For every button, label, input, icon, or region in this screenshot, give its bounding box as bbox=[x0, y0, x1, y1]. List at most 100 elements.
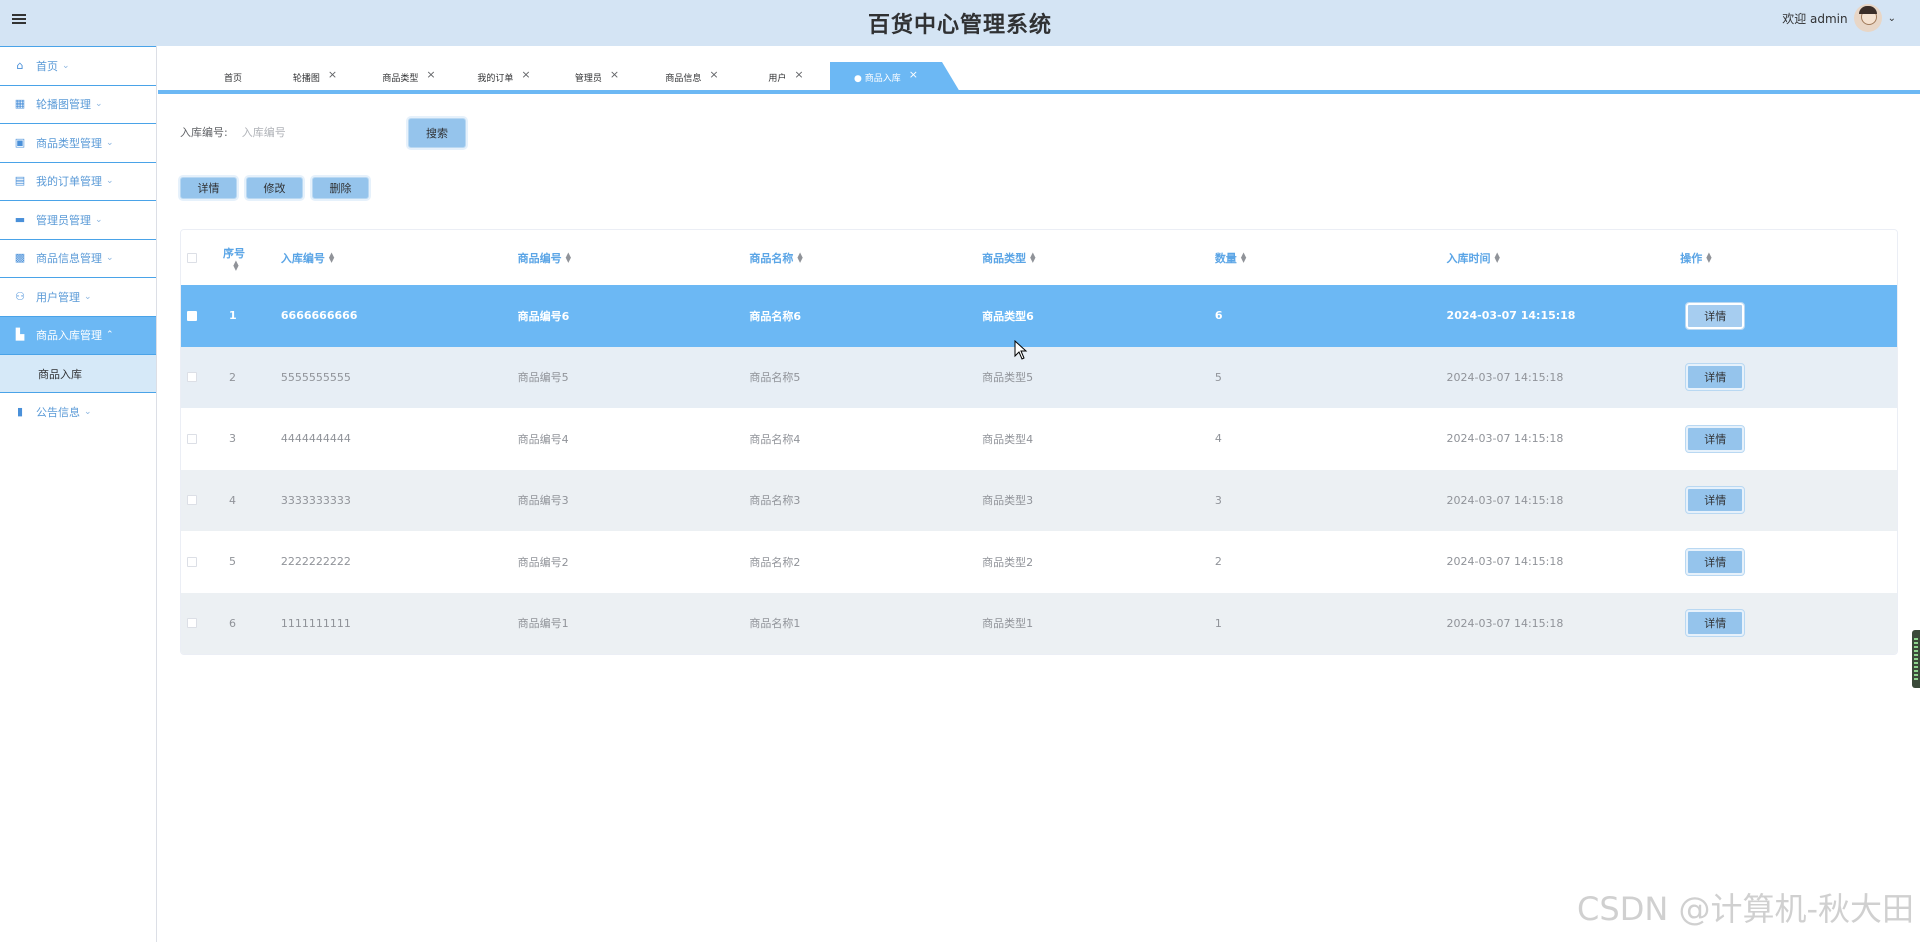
cell-goods-name: 商品名称6 bbox=[749, 309, 801, 323]
sidebar-item-carousel[interactable]: ▦ 轮播图管理 ⌄ bbox=[0, 84, 156, 124]
col-goods-name[interactable]: 商品名称 ▲ ▼ bbox=[749, 230, 982, 285]
sidebar-item-label: 我的订单管理 bbox=[36, 175, 102, 189]
close-icon[interactable]: × bbox=[909, 68, 918, 81]
bag-icon: ▣ bbox=[14, 135, 26, 149]
sidebar-item-orders[interactable]: ▤ 我的订单管理 ⌄ bbox=[0, 161, 156, 201]
row-detail-button[interactable]: 详情 bbox=[1685, 424, 1746, 453]
user-menu[interactable]: 欢迎 admin ⌄ bbox=[1782, 4, 1896, 32]
row-detail-button[interactable]: 详情 bbox=[1685, 547, 1746, 576]
cell-qty: 1 bbox=[1214, 616, 1222, 630]
row-detail-button[interactable]: 详情 bbox=[1685, 363, 1746, 392]
sort-icon: ▲ ▼ bbox=[1706, 250, 1712, 264]
sidebar-subitem-stock-in[interactable]: 商品入库 bbox=[0, 354, 156, 392]
sidebar-item-users[interactable]: ⚇ 用户管理 ⌄ bbox=[0, 277, 156, 316]
table-row[interactable]: 6 1111111111 商品编号1 商品名称1 商品类型1 1 2024-03-07 14… bbox=[181, 592, 1897, 655]
sidebar-item-admins[interactable]: ▬ 管理员管理 ⌄ bbox=[0, 200, 156, 239]
col-qty[interactable]: 数量 ▲ ▼ bbox=[1215, 230, 1447, 285]
col-qty-label: 数量 bbox=[1214, 251, 1237, 265]
row-checkbox[interactable] bbox=[187, 372, 197, 383]
table-row[interactable]: 4 3333333333 商品编号3 商品名称3 商品类型3 3 2024-03-07 14… bbox=[181, 469, 1897, 531]
tab-carousel[interactable]: 轮播图 × bbox=[268, 62, 362, 92]
tab-admins[interactable]: 管理员 × bbox=[552, 62, 642, 92]
cell-qty: 4 bbox=[1214, 432, 1222, 446]
row-checkbox[interactable] bbox=[187, 310, 197, 321]
tab-orders[interactable]: 我的订单 × bbox=[456, 62, 552, 92]
close-icon[interactable]: × bbox=[794, 68, 803, 81]
cell-goods-type: 商品类型2 bbox=[982, 555, 1034, 569]
row-checkbox[interactable] bbox=[187, 433, 197, 444]
col-goods-code-label: 商品编号 bbox=[517, 251, 562, 265]
sidebar-item-stock-in[interactable]: ▙ 商品入库管理 ⌃ bbox=[0, 315, 156, 354]
col-op[interactable]: 操作 ▲ ▼ bbox=[1680, 230, 1897, 285]
cell-time: 2024-03-07 14:15:18 bbox=[1446, 432, 1564, 446]
table-row[interactable]: 1 6666666666 商品编号6 商品名称6 商品类型6 6 2024-03-07 14… bbox=[181, 285, 1897, 347]
cell-goods-name: 商品名称5 bbox=[749, 371, 801, 385]
row-detail-button[interactable]: 详情 bbox=[1685, 609, 1746, 638]
layout-icon: ▦ bbox=[14, 97, 26, 111]
tab-home[interactable]: 首页 bbox=[198, 62, 268, 92]
sort-icon: ▲ ▼ bbox=[328, 250, 335, 264]
detail-button[interactable]: 详情 bbox=[180, 177, 237, 199]
table-row[interactable]: 3 4444444444 商品编号4 商品名称4 商品类型4 4 2024-03-07 14… bbox=[181, 408, 1897, 470]
cell-goods-code: 商品编号3 bbox=[517, 494, 569, 508]
cell-qty: 3 bbox=[1214, 493, 1222, 507]
col-goods-type[interactable]: 商品类型 ▲ ▼ bbox=[982, 230, 1215, 285]
chevron-down-icon: ⌄ bbox=[106, 253, 114, 264]
table-row[interactable]: 2 5555555555 商品编号5 商品名称5 商品类型5 5 2024-03-07 14… bbox=[181, 346, 1897, 408]
stock-code-input[interactable] bbox=[241, 118, 392, 146]
table-header: 序号 ▲ ▼ 入库编号 ▲ ▼ 商品编号 ▲ ▼ 商品名称 ▲ ▼ 商品类型 ▲ ▼ 数量 ▲ ▼ 入库… bbox=[181, 230, 1897, 285]
close-icon[interactable]: × bbox=[610, 68, 619, 81]
tab-goods-type[interactable]: 商品类型 × bbox=[362, 62, 456, 92]
col-time-label: 入库时间 bbox=[1446, 251, 1491, 265]
cell-goods-type: 商品类型6 bbox=[982, 309, 1034, 323]
avatar[interactable] bbox=[1853, 4, 1882, 32]
cell-code: 3333333333 bbox=[280, 493, 351, 507]
table-body: 1 6666666666 商品编号6 商品名称6 商品类型6 6 2024-03-07 14… bbox=[181, 285, 1897, 654]
cell-op: 详情 bbox=[1680, 593, 1897, 655]
row-select-cell bbox=[181, 408, 229, 470]
search-button[interactable]: 搜索 bbox=[408, 118, 466, 148]
chevron-down-icon: ⌄ bbox=[84, 406, 92, 417]
row-detail-button[interactable]: 详情 bbox=[1685, 301, 1746, 330]
cell-index: 1 bbox=[228, 309, 237, 323]
row-detail-button[interactable]: 详情 bbox=[1685, 486, 1746, 515]
action-buttons: 详情 修改 删除 bbox=[180, 177, 369, 199]
tab-users[interactable]: 用户 × bbox=[742, 62, 830, 92]
chevron-down-icon[interactable]: ⌄ bbox=[1888, 13, 1896, 24]
col-code-label: 入库编号 bbox=[280, 251, 325, 265]
select-all-checkbox[interactable] bbox=[187, 252, 197, 263]
tab-stock-in[interactable]: ● 商品入库 × bbox=[830, 62, 960, 92]
row-checkbox[interactable] bbox=[187, 618, 197, 629]
row-checkbox[interactable] bbox=[187, 556, 197, 567]
close-icon[interactable]: × bbox=[709, 68, 718, 81]
col-index[interactable]: 序号 ▲ ▼ bbox=[223, 230, 281, 285]
col-goods-code[interactable]: 商品编号 ▲ ▼ bbox=[518, 230, 750, 285]
side-widget-handle[interactable] bbox=[1912, 630, 1920, 688]
stock-in-table: 序号 ▲ ▼ 入库编号 ▲ ▼ 商品编号 ▲ ▼ 商品名称 ▲ ▼ 商品类型 ▲ ▼ 数量 ▲ ▼ 入库… bbox=[180, 229, 1898, 655]
cell-goods-name: 商品名称4 bbox=[749, 432, 801, 446]
cell-code: 1111111111 bbox=[280, 616, 351, 630]
sidebar-item-goods-info[interactable]: ▩ 商品信息管理 ⌄ bbox=[0, 238, 156, 278]
sidebar-item-notices[interactable]: ▮ 公告信息 ⌄ bbox=[0, 392, 156, 431]
col-time[interactable]: 入库时间 ▲ ▼ bbox=[1447, 230, 1681, 285]
briefcase-icon: ▩ bbox=[14, 251, 26, 265]
search-form: 入库编号: bbox=[180, 118, 392, 146]
row-checkbox[interactable] bbox=[187, 495, 197, 506]
sidebar-item-home[interactable]: ⌂ 首页 ⌄ bbox=[0, 46, 156, 85]
sidebar-item-goods-type[interactable]: ▣ 商品类型管理 ⌄ bbox=[0, 123, 156, 162]
sidebar-item-label: 商品类型管理 bbox=[36, 136, 102, 150]
delete-button[interactable]: 删除 bbox=[312, 177, 369, 199]
edit-button[interactable]: 修改 bbox=[246, 177, 303, 199]
tab-goods-info[interactable]: 商品信息 × bbox=[642, 62, 742, 92]
cell-goods-code: 商品编号2 bbox=[517, 555, 569, 569]
chevron-down-icon: ⌄ bbox=[95, 99, 103, 110]
sidebar-item-label: 管理员管理 bbox=[36, 213, 91, 227]
gift-icon: ▤ bbox=[14, 174, 26, 188]
col-code[interactable]: 入库编号 ▲ ▼ bbox=[281, 230, 518, 285]
sidebar-item-label: 商品信息管理 bbox=[36, 252, 102, 266]
table-row[interactable]: 5 2222222222 商品编号2 商品名称2 商品类型2 2 2024-03-07 14… bbox=[181, 531, 1897, 593]
close-icon[interactable]: × bbox=[521, 68, 530, 81]
close-icon[interactable]: × bbox=[328, 68, 337, 81]
cell-time: 2024-03-07 14:15:18 bbox=[1446, 555, 1564, 569]
close-icon[interactable]: × bbox=[426, 68, 435, 81]
